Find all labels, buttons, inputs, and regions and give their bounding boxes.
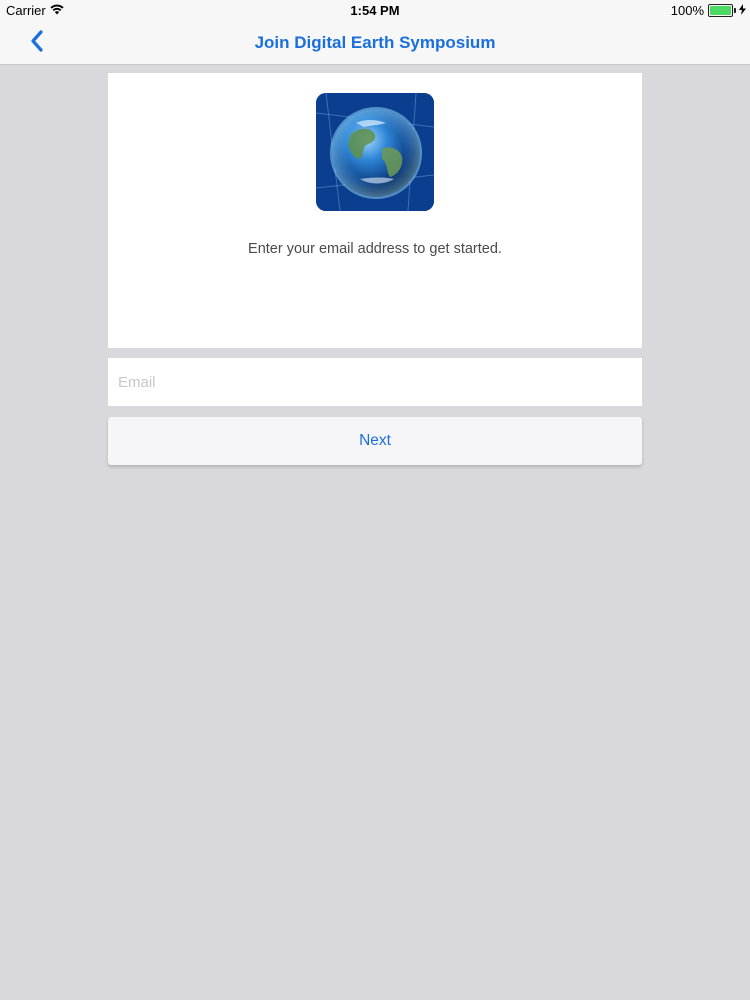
navigation-bar: Join Digital Earth Symposium — [0, 22, 750, 65]
intro-card: Enter your email address to get started. — [108, 73, 642, 348]
next-button[interactable]: Next — [108, 417, 642, 465]
status-time: 1:54 PM — [350, 3, 400, 18]
battery-percent: 100% — [670, 3, 704, 18]
email-field[interactable] — [108, 358, 642, 406]
status-bar: Carrier 1:54 PM 100% — [0, 0, 750, 22]
bolt-icon — [739, 3, 746, 18]
page-title: Join Digital Earth Symposium — [254, 33, 496, 52]
globe-icon — [316, 93, 434, 211]
battery-group: 100% — [671, 3, 746, 18]
battery-fill — [710, 6, 731, 15]
instruction-text: Enter your email address to get started. — [248, 241, 502, 257]
battery-icon — [708, 4, 736, 17]
